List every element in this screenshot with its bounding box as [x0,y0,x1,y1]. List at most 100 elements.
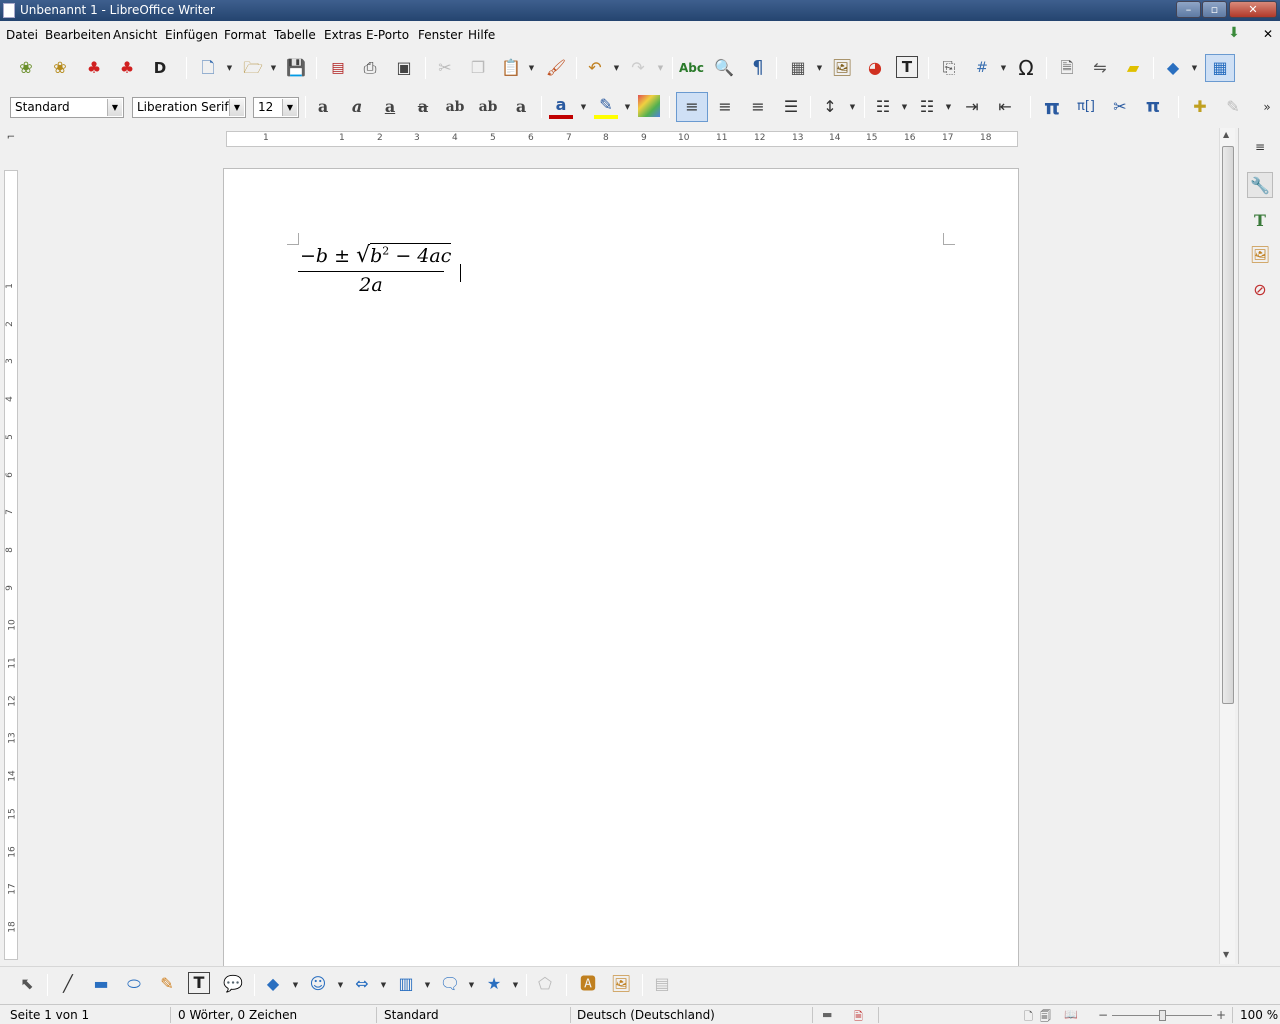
insert-field-icon[interactable]: # [970,56,994,80]
arrows-dropdown-icon[interactable]: ▼ [380,981,387,989]
scroll-down-icon[interactable]: ▼ [1223,950,1229,959]
print-icon[interactable]: ⎙ [358,56,382,80]
tab-stop-icon[interactable]: ⌐ [4,130,18,146]
document-modified-icon[interactable]: 🗎 [854,1008,863,1024]
table-dropdown-icon[interactable]: ▼ [816,64,823,72]
menu-fenster[interactable]: Fenster [418,28,463,42]
paragraph-style-combo[interactable]: Standard ▼ [10,97,124,118]
zoom-in-icon[interactable]: + [1216,1008,1226,1022]
new-document-icon[interactable]: 🗋 [196,56,220,80]
font-color-icon[interactable]: a [549,93,573,119]
special-character-icon[interactable]: Ω [1014,56,1038,80]
scroll-up-icon[interactable]: ▲ [1223,130,1229,139]
formula-object[interactable]: −b ± √b2 − 4ac 2a [298,243,452,297]
strikethrough-icon[interactable]: a [411,95,435,119]
extension-1-icon[interactable]: ❀ [14,56,38,80]
align-center-icon[interactable]: ≡ [713,95,737,119]
freeform-icon[interactable]: ✎ [155,972,179,996]
horizontal-ruler[interactable]: 1 1 2 3 4 5 6 7 8 9 10 11 12 13 14 15 16 17 18 [226,131,1018,147]
highlight-dropdown-icon[interactable]: ▼ [624,103,631,111]
underline-icon[interactable]: a [378,95,402,119]
stars-dropdown-icon[interactable]: ▼ [512,981,519,989]
line-spacing-dropdown-icon[interactable]: ▼ [849,103,856,111]
gallery-icon[interactable]: 🖼 [1247,242,1273,268]
page-break-icon[interactable]: ⎘ [937,56,961,80]
symbol-shapes-icon[interactable]: ☺ [306,972,330,996]
math-tools-icon[interactable]: ✂ [1108,95,1132,119]
font-color-dropdown-icon[interactable]: ▼ [580,103,587,111]
subscript-icon[interactable]: ab [476,95,500,119]
decrease-indent-icon[interactable]: ⇤ [993,95,1017,119]
ellipse-icon[interactable]: ⬭ [122,972,146,996]
insert-formula-icon[interactable]: π [1040,95,1064,119]
extension-3-icon[interactable]: ♣ [82,56,106,80]
text-icon[interactable]: T [188,972,210,994]
open-dropdown-icon[interactable]: ▼ [270,64,277,72]
single-page-view-icon[interactable]: 🗋 [1024,1008,1033,1024]
from-file-icon[interactable]: 🖼 [609,972,633,996]
superscript-icon[interactable]: ab [443,95,467,119]
menu-e-porto[interactable]: E-Porto [366,28,409,42]
find-replace-icon[interactable]: 🔍 [712,56,736,80]
formatting-marks-icon[interactable]: ¶ [746,56,770,80]
bold-icon[interactable]: a [311,95,335,119]
callouts-dropdown-icon[interactable]: ▼ [468,981,475,989]
export-pdf-icon[interactable]: ▤ [326,56,350,80]
word-count-status[interactable]: 0 Wörter, 0 Zeichen [178,1008,297,1022]
print-preview-icon[interactable]: ▣ [392,56,416,80]
footnote-icon[interactable]: ⇋ [1088,56,1112,80]
zoom-slider-thumb[interactable] [1159,1010,1166,1021]
basic-shapes-icon[interactable]: ◆ [261,972,285,996]
align-right-icon[interactable]: ≡ [746,95,770,119]
page-number-status[interactable]: Seite 1 von 1 [10,1008,89,1022]
update-icon[interactable]: ⬇ [1222,21,1246,45]
math-matrix-icon[interactable]: π[] [1074,95,1098,119]
more-options-icon[interactable]: » [1260,95,1274,119]
increase-indent-icon[interactable]: ⇥ [960,95,984,119]
extension-4-icon[interactable]: ♣ [115,56,139,80]
chevron-down-icon[interactable]: ▼ [229,99,244,116]
menu-datei[interactable]: Datei [6,28,38,42]
line-icon[interactable]: ╱ [56,972,80,996]
background-color-icon[interactable] [638,95,660,117]
chevron-down-icon[interactable]: ▼ [282,99,297,116]
scrollbar-thumb[interactable] [1222,146,1234,704]
new-dropdown-icon[interactable]: ▼ [226,64,233,72]
table-icon[interactable]: ▦ [786,56,810,80]
fontwork-icon[interactable]: 🅰 [576,972,600,996]
extension-5-icon[interactable]: D [148,56,172,80]
zoom-slider[interactable] [1112,1010,1212,1021]
numbered-dropdown-icon[interactable]: ▼ [945,103,952,111]
save-icon[interactable]: 💾 [284,56,308,80]
extension-2-icon[interactable]: ❀ [48,56,72,80]
spellcheck-icon[interactable]: Abc [679,56,704,80]
insert-chart-icon[interactable]: ◕ [863,56,887,80]
paste-dropdown-icon[interactable]: ▼ [528,64,535,72]
clone-formatting-icon[interactable]: 🖌 [544,56,568,80]
styles-icon[interactable]: T [1247,208,1273,234]
hyperlink-icon[interactable]: 🗎 [1055,56,1079,80]
chevron-down-icon[interactable]: ▼ [107,99,122,116]
stars-icon[interactable]: ★ [482,972,506,996]
callout-icon[interactable]: 💬 [221,972,245,996]
close-document-button[interactable]: ✕ [1263,27,1273,41]
italic-icon[interactable]: a [345,95,369,119]
flowchart-icon[interactable]: ▥ [394,972,418,996]
undo-dropdown-icon[interactable]: ▼ [613,64,620,72]
menu-einfuegen[interactable]: Einfügen [165,28,218,42]
language-status[interactable]: Deutsch (Deutschland) [577,1008,715,1022]
field-dropdown-icon[interactable]: ▼ [1000,64,1007,72]
block-arrows-icon[interactable]: ⇔ [350,972,374,996]
menu-extras[interactable]: Extras [324,28,362,42]
menu-format[interactable]: Format [224,28,266,42]
insert-image-icon[interactable]: 🖼 [830,56,854,80]
undo-icon[interactable]: ↶ [583,56,607,80]
basic-shapes-icon[interactable]: ◆ [1161,56,1185,80]
highlight-color-icon[interactable]: ✎ [594,93,618,119]
close-window-button[interactable]: ✕ [1229,1,1277,18]
sidebar-menu-icon[interactable]: ≡ [1247,134,1273,160]
paste-icon[interactable]: 📋 [499,56,523,80]
text-box-icon[interactable]: T [896,56,918,78]
bullet-dropdown-icon[interactable]: ▼ [901,103,908,111]
maximize-button[interactable]: ▫ [1202,1,1227,18]
